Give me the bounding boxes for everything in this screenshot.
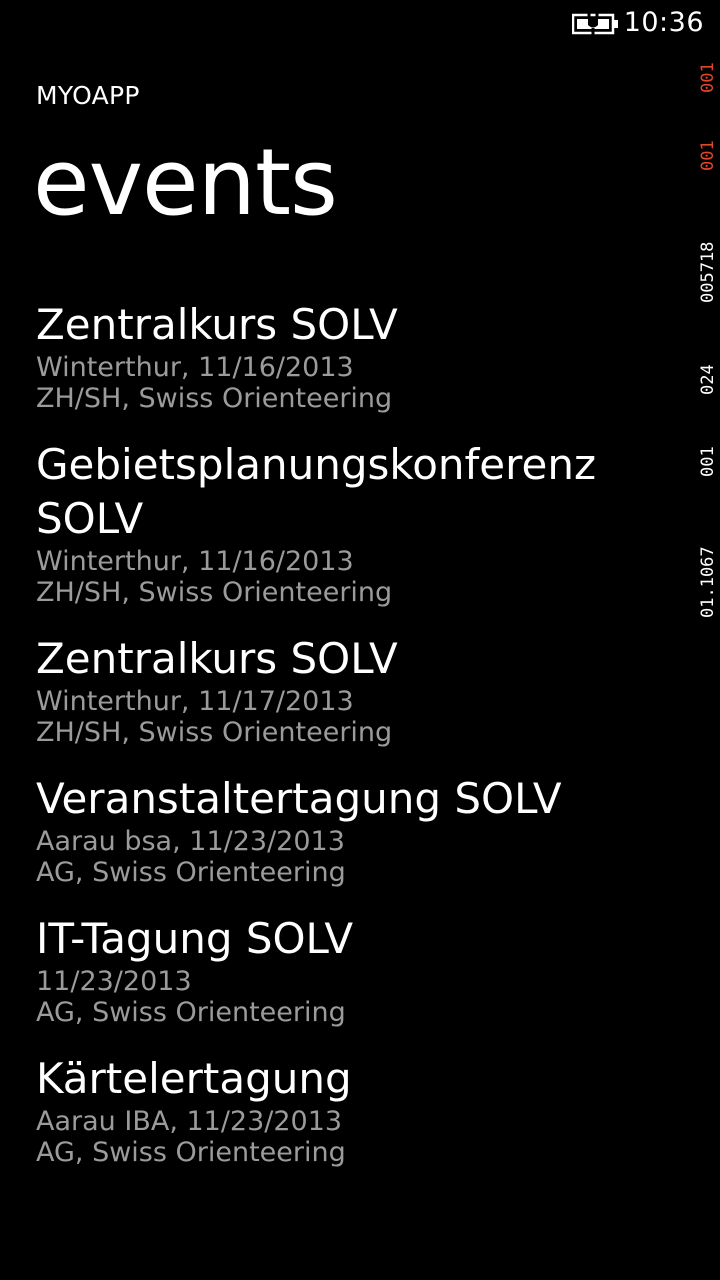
event-name: Kärtelertagung xyxy=(36,1054,352,1103)
event-organizer: ZH/SH, Swiss Orienteering xyxy=(36,717,393,748)
event-organizer: AG, Swiss Orienteering xyxy=(36,1137,346,1168)
counter-value: 001 xyxy=(698,140,718,172)
event-item[interactable]: Veranstaltertagung SOLV Aarau bsa, 11/23… xyxy=(36,772,676,888)
event-place-date: 11/23/2013 xyxy=(36,966,192,997)
event-place-date: Winterthur, 11/16/2013 xyxy=(36,546,354,577)
event-organizer: AG, Swiss Orienteering xyxy=(36,997,346,1028)
event-list: Zentralkurs SOLV Winterthur, 11/16/2013 … xyxy=(36,298,676,1168)
event-item[interactable]: Kärtelertagung Aarau IBA, 11/23/2013 AG,… xyxy=(36,1052,676,1168)
event-name: Gebietsplanungskonferenz SOLV xyxy=(36,440,596,543)
counter-value: 01.1067 xyxy=(698,546,718,618)
event-place-date: Winterthur, 11/16/2013 xyxy=(36,352,354,383)
event-name: Zentralkurs SOLV xyxy=(36,634,398,683)
event-name: Veranstaltertagung SOLV xyxy=(36,774,562,823)
event-place-date: Aarau IBA, 11/23/2013 xyxy=(36,1106,343,1137)
counter-value: 005718 xyxy=(698,241,718,303)
status-bar: 10:36 xyxy=(0,0,720,48)
event-place-date: Aarau bsa, 11/23/2013 xyxy=(36,826,345,857)
counter-value: 001 xyxy=(698,446,718,478)
event-name: IT-Tagung SOLV xyxy=(36,914,354,963)
page-title: events xyxy=(33,129,338,236)
counter-value: 024 xyxy=(698,364,718,396)
event-place-date: Winterthur, 11/17/2013 xyxy=(36,686,354,717)
event-item[interactable]: Zentralkurs SOLV Winterthur, 11/16/2013 … xyxy=(36,298,676,414)
event-item[interactable]: IT-Tagung SOLV 11/23/2013 AG, Swiss Orie… xyxy=(36,912,676,1028)
counter-value: 001 xyxy=(698,62,718,94)
event-organizer: AG, Swiss Orienteering xyxy=(36,857,346,888)
frame-rate-counter: 001 001 005718 024 001 01.1067 xyxy=(696,52,720,662)
event-organizer: ZH/SH, Swiss Orienteering xyxy=(36,383,393,414)
status-clock: 10:36 xyxy=(623,7,704,38)
event-organizer: ZH/SH, Swiss Orienteering xyxy=(36,577,393,608)
event-name: Zentralkurs SOLV xyxy=(36,300,398,349)
battery-charging-icon xyxy=(572,12,618,36)
app-title: MYOAPP xyxy=(36,81,140,110)
event-item[interactable]: Gebietsplanungskonferenz SOLV Winterthur… xyxy=(36,438,676,608)
event-item[interactable]: Zentralkurs SOLV Winterthur, 11/17/2013 … xyxy=(36,632,676,748)
